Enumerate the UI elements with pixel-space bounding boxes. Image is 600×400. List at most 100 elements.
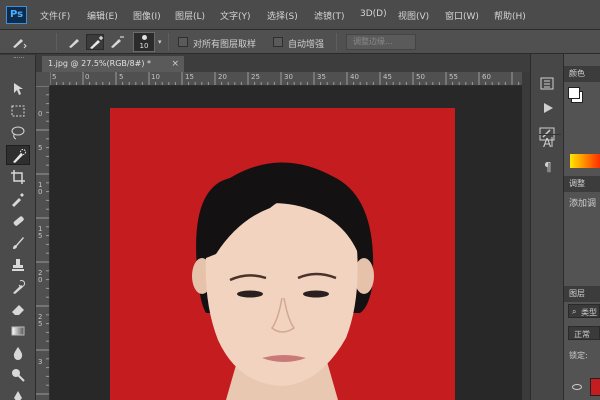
crop-tool[interactable] — [6, 167, 30, 187]
gradient-icon — [11, 326, 25, 336]
lasso-icon — [11, 126, 25, 140]
ruler-label: 2 5 — [38, 313, 43, 328]
menu-select[interactable]: 选择(S) — [267, 9, 298, 22]
move-icon — [14, 83, 23, 95]
ruler-label: 40 — [350, 73, 359, 81]
panel-dock-strip: A ¶ — [530, 54, 564, 400]
menu-bar: Ps 文件(F) 编辑(E) 图像(I) 图层(L) 文字(Y) 选择(S) 滤… — [0, 0, 600, 30]
menu-filter[interactable]: 滤镜(T) — [314, 9, 345, 22]
document-tab[interactable]: 1.jpg @ 27.5%(RGB/8#) * × — [42, 56, 184, 72]
ruler-label: 5 — [52, 73, 57, 81]
menu-file[interactable]: 文件(F) — [40, 9, 70, 22]
menu-3d[interactable]: 3D(D) — [360, 9, 387, 19]
dodge-tool[interactable] — [6, 365, 30, 385]
refine-edge-button[interactable]: 调整边缘... — [346, 34, 416, 50]
brush-size-value: 10 — [139, 42, 149, 50]
brush-tool[interactable] — [6, 233, 30, 253]
clone-stamp-tool[interactable] — [6, 255, 30, 275]
ruler-label: 35 — [317, 73, 326, 81]
adjustments-add-label: 添加调 — [569, 199, 597, 209]
ruler-label: 50 — [416, 73, 425, 81]
menu-image[interactable]: 图像(I) — [133, 9, 161, 22]
ruler-label: 45 — [383, 73, 392, 81]
ruler-label: 5 — [119, 73, 124, 81]
menu-layer[interactable]: 图层(L) — [175, 9, 205, 22]
brush-size-picker[interactable]: 10 — [133, 32, 155, 52]
subtract-from-selection-brush-icon[interactable] — [108, 34, 126, 50]
play-icon[interactable] — [539, 100, 557, 116]
svg-text:A: A — [543, 136, 552, 150]
spot-healing-tool[interactable] — [6, 211, 30, 231]
drop-icon — [13, 347, 23, 360]
document-tab-bar: 1.jpg @ 27.5%(RGB/8#) * × — [36, 54, 530, 72]
tab-adjustments[interactable]: 调整 — [564, 176, 600, 192]
ruler-label: 60 — [482, 73, 491, 81]
layer-kind-filter[interactable]: ⌕ 类型 — [568, 304, 600, 318]
menu-view[interactable]: 视图(V) — [398, 9, 429, 22]
eyedropper-tool[interactable] — [6, 189, 30, 209]
brush-icon — [13, 237, 24, 249]
menu-type[interactable]: 文字(Y) — [220, 9, 251, 22]
move-tool[interactable] — [6, 79, 30, 99]
ruler-label: 20 — [218, 73, 227, 81]
paragraph-icon[interactable]: ¶ — [539, 158, 557, 174]
blur-tool[interactable] — [6, 343, 30, 363]
panel-grip[interactable] — [14, 57, 24, 60]
ruler-label: 0 — [85, 73, 90, 81]
menu-window[interactable]: 窗口(W) — [445, 9, 479, 22]
layer-thumbnail[interactable] — [590, 378, 600, 396]
search-icon: ⌕ — [572, 307, 577, 316]
new-selection-brush-icon[interactable] — [66, 34, 84, 50]
color-spectrum[interactable] — [570, 154, 600, 168]
foreground-color-swatch[interactable] — [568, 87, 580, 99]
blend-mode-select[interactable]: 正常 — [568, 326, 600, 340]
tab-layers[interactable]: 图层 — [564, 286, 600, 302]
sample-all-layers-checkbox[interactable] — [178, 37, 188, 47]
svg-text:¶: ¶ — [544, 160, 552, 174]
ruler-ticks — [36, 86, 49, 395]
history-brush-icon — [13, 280, 26, 294]
document-photo[interactable] — [110, 108, 455, 400]
photoshop-logo: Ps — [6, 6, 27, 24]
close-icon[interactable]: × — [171, 56, 179, 72]
ruler-label: 30 — [284, 73, 293, 81]
chevron-down-icon[interactable]: ▾ — [158, 38, 162, 46]
add-to-selection-brush-icon[interactable] — [86, 34, 104, 50]
tools-panel — [0, 55, 36, 400]
quick-selection-tool[interactable] — [6, 145, 30, 165]
character-icon[interactable]: A — [539, 134, 557, 150]
layer-kind-label: 类型 — [581, 308, 597, 317]
brush-tip-icon — [142, 35, 147, 40]
ruler-label: 55 — [449, 73, 458, 81]
quick-selection-icon — [13, 149, 26, 163]
eye-icon[interactable] — [572, 384, 582, 390]
history-brush-tool[interactable] — [6, 277, 30, 297]
right-panels: 颜色 调整 添加调 图层 ⌕ 类型 正常 锁定: — [564, 54, 600, 400]
stamp-icon — [12, 259, 24, 271]
history-icon[interactable] — [539, 76, 557, 92]
auto-enhance-checkbox[interactable] — [273, 37, 283, 47]
ruler-label: 0 — [38, 110, 43, 118]
ruler-origin[interactable] — [36, 72, 50, 86]
ruler-label: 1 5 — [38, 225, 43, 240]
bandage-icon — [13, 216, 24, 226]
pen-icon — [14, 391, 22, 400]
vertical-ruler[interactable]: 0 5 1 0 1 5 2 0 2 5 3 — [36, 86, 50, 400]
pen-tool[interactable] — [6, 387, 30, 400]
lock-label: 锁定: — [569, 351, 588, 360]
ruler-label: 25 — [251, 73, 260, 81]
tab-color[interactable]: 颜色 — [564, 66, 600, 82]
ruler-label: 10 — [151, 73, 160, 81]
lasso-tool[interactable] — [6, 123, 30, 143]
horizontal-ruler[interactable]: 5 0 5 10 15 20 25 30 35 40 45 50 55 60 — [50, 72, 522, 86]
marquee-tool[interactable] — [6, 101, 30, 121]
menu-edit[interactable]: 编辑(E) — [87, 9, 118, 22]
portrait-image — [192, 162, 374, 400]
ruler-label: 5 — [38, 144, 43, 152]
ruler-label: 2 0 — [38, 269, 43, 284]
gradient-tool[interactable] — [6, 321, 30, 341]
tool-preset-brush-icon[interactable] — [10, 34, 28, 50]
eraser-tool[interactable] — [6, 299, 30, 319]
crop-icon — [11, 170, 25, 184]
menu-help[interactable]: 帮助(H) — [494, 9, 526, 22]
